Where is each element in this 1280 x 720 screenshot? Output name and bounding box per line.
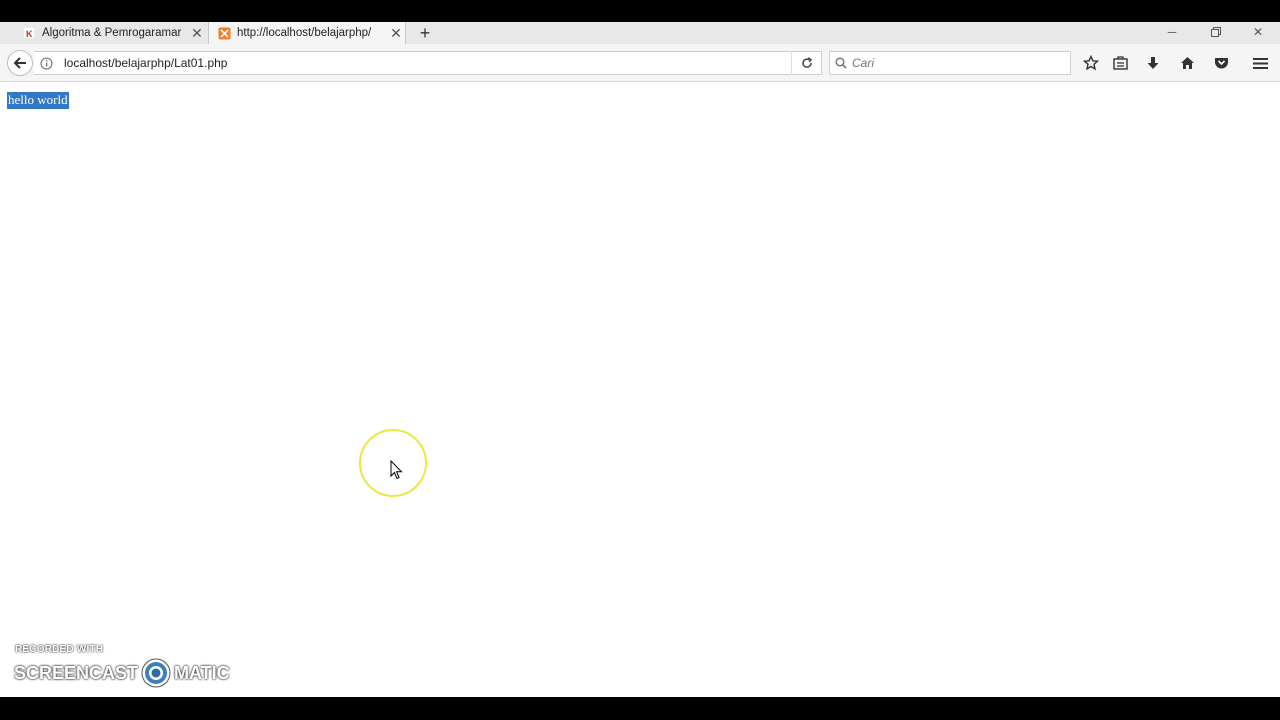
plus-icon: + xyxy=(419,22,431,43)
video-letterbox-top xyxy=(0,0,1280,22)
watermark-brand: SCREENCAST MATIC xyxy=(14,658,230,688)
search-icon xyxy=(830,57,852,69)
tab-localhost[interactable]: http://localhost/belajarphp/ ✕ xyxy=(208,22,406,44)
navigation-bar: localhost/belajarphp/Lat01.php xyxy=(0,44,1280,82)
new-tab-button[interactable]: + xyxy=(414,22,436,44)
star-icon xyxy=(1083,55,1099,71)
xampp-favicon-icon xyxy=(217,26,231,40)
bookmark-button[interactable] xyxy=(1080,52,1102,74)
mouse-cursor-icon xyxy=(390,460,403,480)
home-button[interactable] xyxy=(1176,52,1198,74)
download-button[interactable] xyxy=(1142,52,1164,74)
back-button[interactable] xyxy=(7,50,33,76)
tab-title: http://localhost/belajarphp/ xyxy=(237,27,372,39)
selected-hello-world-text[interactable]: hello world xyxy=(7,92,69,109)
tab-strip: K Algoritma & Pemrogaramar ✕ http://loca… xyxy=(0,22,1280,44)
k-site-favicon-icon: K xyxy=(22,26,36,40)
pocket-button[interactable] xyxy=(1210,52,1232,74)
info-icon[interactable] xyxy=(34,51,58,75)
minimize-icon: ─ xyxy=(1167,25,1177,39)
menu-icon xyxy=(1252,57,1268,69)
url-text[interactable]: localhost/belajarphp/Lat01.php xyxy=(58,56,791,70)
restore-icon xyxy=(1211,27,1221,37)
close-icon: ✕ xyxy=(1252,25,1264,39)
tab-close-icon[interactable]: ✕ xyxy=(387,25,405,42)
home-icon xyxy=(1180,57,1194,69)
tab-algoritma[interactable]: K Algoritma & Pemrogaramar ✕ xyxy=(14,22,206,44)
address-bar[interactable]: localhost/belajarphp/Lat01.php xyxy=(34,51,822,75)
pocket-icon xyxy=(1214,58,1228,69)
back-arrow-icon xyxy=(13,57,26,69)
reload-icon xyxy=(801,57,812,68)
svg-text:K: K xyxy=(26,29,33,39)
reload-button[interactable] xyxy=(791,51,821,75)
browser-window: K Algoritma & Pemrogaramar ✕ http://loca… xyxy=(0,22,1280,697)
tab-close-icon[interactable]: ✕ xyxy=(188,25,206,42)
search-bar[interactable] xyxy=(829,51,1071,75)
watermark-recorded-with: RECORDED WITH xyxy=(15,644,104,655)
close-window-button[interactable]: ✕ xyxy=(1238,22,1278,42)
screencast-watermark: RECORDED WITH SCREENCAST MATIC xyxy=(14,642,234,688)
screencast-logo-icon xyxy=(141,658,171,688)
minimize-button[interactable]: ─ xyxy=(1152,22,1192,42)
page-content: hello world xyxy=(0,83,1280,697)
watermark-brand-left: SCREENCAST xyxy=(14,662,139,683)
watermark-brand-right: MATIC xyxy=(174,662,230,683)
video-letterbox-bottom xyxy=(0,697,1280,720)
reading-list-icon xyxy=(1112,56,1128,70)
search-input[interactable] xyxy=(852,56,1070,70)
tab-title: Algoritma & Pemrogaramar xyxy=(42,27,182,39)
reading-list-button[interactable] xyxy=(1109,52,1131,74)
menu-button[interactable] xyxy=(1249,52,1271,74)
restore-button[interactable] xyxy=(1196,22,1236,42)
download-icon xyxy=(1147,56,1159,69)
